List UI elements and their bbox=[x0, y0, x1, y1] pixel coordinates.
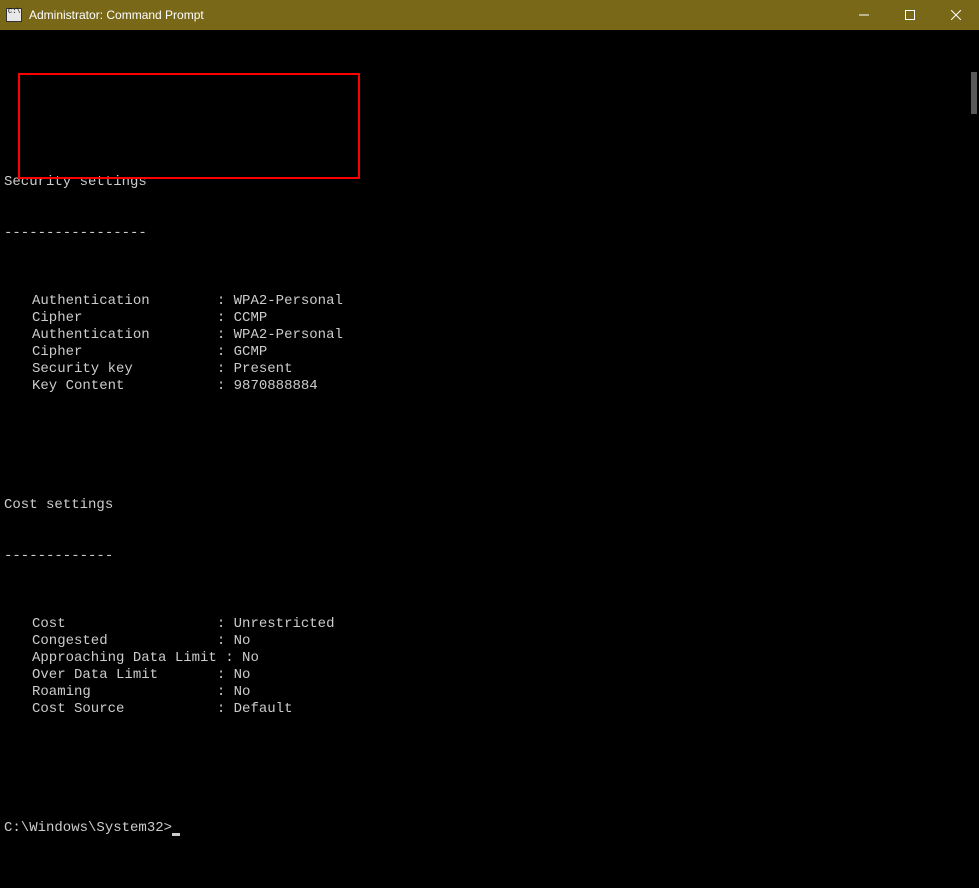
security-value: 9870888884 bbox=[234, 378, 318, 394]
security-label: Cipher bbox=[32, 310, 217, 327]
cost-value: No bbox=[234, 684, 251, 700]
cost-label: Congested bbox=[32, 633, 217, 650]
terminal-area[interactable]: Security settings ----------------- Auth… bbox=[0, 30, 979, 888]
cost-row: Approaching Data Limit : No bbox=[4, 650, 979, 667]
security-label: Authentication bbox=[32, 293, 217, 310]
security-value: WPA2-Personal bbox=[234, 293, 343, 309]
separator: : bbox=[225, 650, 242, 666]
separator: : bbox=[217, 293, 234, 309]
security-value: Present bbox=[234, 361, 293, 377]
security-value: WPA2-Personal bbox=[234, 327, 343, 343]
cost-row: Cost Source : Default bbox=[4, 701, 979, 718]
security-value: CCMP bbox=[234, 310, 268, 326]
separator: : bbox=[217, 616, 234, 632]
window-title: Administrator: Command Prompt bbox=[29, 8, 204, 22]
cost-row: Congested : No bbox=[4, 633, 979, 650]
titlebar-left: Administrator: Command Prompt bbox=[6, 8, 204, 22]
cost-header: Cost settings bbox=[4, 497, 979, 514]
scrollbar-thumb[interactable] bbox=[971, 72, 977, 114]
separator: : bbox=[217, 701, 234, 717]
separator: : bbox=[217, 378, 234, 394]
separator: : bbox=[217, 633, 234, 649]
titlebar[interactable]: Administrator: Command Prompt bbox=[0, 0, 979, 30]
security-dashes: ----------------- bbox=[4, 225, 979, 242]
cost-value: Default bbox=[234, 701, 293, 717]
close-icon bbox=[951, 10, 961, 20]
separator: : bbox=[217, 327, 234, 343]
separator: : bbox=[217, 344, 234, 360]
prompt-line[interactable]: C:\Windows\System32> bbox=[4, 820, 979, 837]
security-value: GCMP bbox=[234, 344, 268, 360]
cost-value: No bbox=[234, 667, 251, 683]
separator: : bbox=[217, 310, 234, 326]
security-row: Cipher : CCMP bbox=[4, 310, 979, 327]
minimize-button[interactable] bbox=[841, 0, 887, 30]
cmd-icon bbox=[6, 8, 22, 22]
cost-label: Cost Source bbox=[32, 701, 217, 718]
cost-value: No bbox=[234, 633, 251, 649]
security-label: Cipher bbox=[32, 344, 217, 361]
security-row: Authentication : WPA2-Personal bbox=[4, 293, 979, 310]
cost-row: Over Data Limit : No bbox=[4, 667, 979, 684]
maximize-icon bbox=[905, 10, 915, 20]
cost-value: Unrestricted bbox=[234, 616, 335, 632]
separator: : bbox=[217, 361, 234, 377]
security-row: Security key : Present bbox=[4, 361, 979, 378]
maximize-button[interactable] bbox=[887, 0, 933, 30]
security-header: Security settings bbox=[4, 174, 979, 191]
prompt-text: C:\Windows\System32> bbox=[4, 820, 172, 836]
security-row: Authentication : WPA2-Personal bbox=[4, 327, 979, 344]
cost-label: Cost bbox=[32, 616, 217, 633]
cost-label: Roaming bbox=[32, 684, 217, 701]
cursor bbox=[172, 833, 180, 836]
cost-label: Approaching Data Limit bbox=[32, 650, 225, 667]
security-label: Key Content bbox=[32, 378, 217, 395]
separator: : bbox=[217, 667, 234, 683]
cost-dashes: ------------- bbox=[4, 548, 979, 565]
security-label: Authentication bbox=[32, 327, 217, 344]
cost-row: Roaming : No bbox=[4, 684, 979, 701]
cost-row: Cost : Unrestricted bbox=[4, 616, 979, 633]
cost-label: Over Data Limit bbox=[32, 667, 217, 684]
security-row: Cipher : GCMP bbox=[4, 344, 979, 361]
security-label: Security key bbox=[32, 361, 217, 378]
security-row: Key Content : 9870888884 bbox=[4, 378, 979, 395]
minimize-icon bbox=[859, 10, 869, 20]
separator: : bbox=[217, 684, 234, 700]
window-controls bbox=[841, 0, 979, 30]
close-button[interactable] bbox=[933, 0, 979, 30]
cost-value: No bbox=[242, 650, 259, 666]
